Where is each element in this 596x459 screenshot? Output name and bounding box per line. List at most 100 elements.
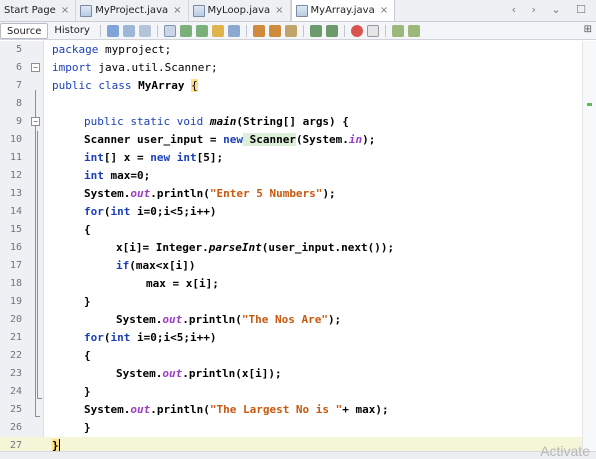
code-text: import java.util.Scanner; [52, 59, 218, 77]
toolbar-divider [302, 24, 304, 37]
shift-left-icon[interactable] [309, 24, 322, 37]
toggle-highlight-icon[interactable] [211, 24, 224, 37]
keyword: new [150, 151, 171, 164]
code-line[interactable]: 14 for(int i=0;i<5;i++) [0, 203, 596, 221]
code-line[interactable]: 9 − public static void main(String[] arg… [0, 113, 596, 131]
code-text: for(int i=0;i<5;i++) [84, 203, 216, 221]
stop-macro-icon[interactable] [366, 24, 379, 37]
next-bookmark-icon[interactable] [268, 24, 281, 37]
close-icon[interactable]: × [173, 5, 181, 16]
code-line[interactable]: 7 public class MyArray { [0, 77, 596, 95]
keyword: public class [52, 79, 132, 92]
code-text: package myproject; [52, 41, 171, 59]
find-icon[interactable] [163, 24, 176, 37]
keyword: package [52, 43, 99, 56]
code-line[interactable]: 26 } [0, 419, 596, 437]
tab-myloop-java[interactable]: MyLoop.java × [189, 0, 291, 21]
code-line[interactable]: 12 int max=0; [0, 167, 596, 185]
code-editor[interactable]: 5 package myproject; 6 − import java.uti… [0, 41, 596, 455]
code-token: myproject; [98, 43, 172, 56]
code-line[interactable]: 16 x[i]= Integer.parseInt(user_input.nex… [0, 239, 596, 257]
code-text: for(int i=0;i<5;i++) [84, 329, 216, 347]
toolbar-divider [156, 24, 158, 37]
code-token: max=0; [103, 169, 151, 182]
code-line[interactable]: 10 Scanner user_input = new Scanner(Syst… [0, 131, 596, 149]
editor-toolbar: Source History ⊞ [0, 22, 596, 40]
tab-navigation-icons[interactable]: ‹ › ⌄ ☐ [512, 3, 592, 16]
back-icon[interactable] [122, 24, 135, 37]
keyword: public static void [84, 115, 204, 128]
code-line[interactable]: 5 package myproject; [0, 41, 596, 59]
tab-label: MyProject.java [95, 5, 169, 16]
tab-start-page[interactable]: Start Page × [0, 0, 77, 21]
code-token: ( [103, 331, 111, 344]
line-number: 17 [9, 260, 22, 271]
code-line[interactable]: 22 { [0, 347, 596, 365]
shift-right-icon[interactable] [325, 24, 338, 37]
code-token: java.util.Scanner; [91, 61, 218, 74]
horizontal-scrollbar[interactable] [0, 451, 596, 459]
forward-icon[interactable] [138, 24, 151, 37]
fold-toggle-icon[interactable]: − [31, 63, 40, 72]
code-line[interactable]: 13 System.out.println("Enter 5 Numbers")… [0, 185, 596, 203]
string-literal: "The Largest No is " [209, 403, 343, 416]
keyword: int [176, 151, 197, 164]
line-number: 7 [15, 80, 22, 91]
highlighted-class: Scanner [242, 133, 296, 146]
code-text: { [84, 223, 91, 236]
error-stripe[interactable] [582, 41, 596, 451]
code-line[interactable]: 11 int[] x = new int[5]; [0, 149, 596, 167]
comment-icon[interactable] [391, 24, 404, 37]
find-previous-icon[interactable] [179, 24, 192, 37]
keyword: for [84, 331, 104, 344]
code-line[interactable]: 6 − import java.util.Scanner; [0, 59, 596, 77]
code-token: ); [322, 187, 336, 200]
last-edit-icon[interactable] [106, 24, 119, 37]
line-number: 16 [9, 242, 22, 253]
code-line[interactable]: 24 } [0, 383, 596, 401]
line-number: 14 [9, 206, 22, 217]
code-token: ); [327, 313, 342, 326]
toolbar-divider [99, 24, 101, 37]
previous-bookmark-icon[interactable] [252, 24, 265, 37]
line-number: 11 [9, 152, 22, 163]
find-next-icon[interactable] [195, 24, 208, 37]
code-line[interactable]: 18 max = x[i]; [0, 275, 596, 293]
close-icon[interactable]: × [275, 5, 283, 16]
code-line[interactable]: 25 System.out.println("The Largest No is… [0, 401, 596, 419]
status-ok-marker[interactable] [587, 103, 592, 106]
code-line[interactable]: 17 if(max<x[i]) [0, 257, 596, 275]
fold-toggle-icon[interactable]: − [31, 117, 40, 126]
uncomment-icon[interactable] [407, 24, 420, 37]
line-number: 6 [15, 62, 22, 73]
code-line[interactable]: 21 for(int i=0;i<5;i++) [0, 329, 596, 347]
toggle-bookmark-icon[interactable] [284, 24, 297, 37]
close-icon[interactable]: × [380, 5, 388, 16]
static-field: out [162, 367, 183, 380]
code-token: .println(x[i]); [182, 367, 282, 380]
code-token: .println( [150, 403, 210, 416]
tab-myarray-java[interactable]: MyArray.java × [290, 0, 396, 21]
keyword: int [84, 169, 104, 182]
code-line[interactable]: 23 System.out.println(x[i]); [0, 365, 596, 383]
line-number: 18 [9, 278, 22, 289]
code-line[interactable]: 19 } [0, 293, 596, 311]
code-token: [] x = [103, 151, 151, 164]
close-icon[interactable]: × [61, 5, 69, 16]
code-token: [5]; [196, 151, 224, 164]
code-line[interactable]: 15 { [0, 221, 596, 239]
toggle-selection-icon[interactable] [227, 24, 240, 37]
static-field: out [130, 187, 151, 200]
history-view-button[interactable]: History [48, 23, 96, 39]
code-line[interactable]: 8 [0, 95, 596, 113]
code-token: i=0;i<5;i++) [130, 331, 217, 344]
source-view-button[interactable]: Source [0, 22, 49, 39]
code-text: int[] x = new int[5]; [84, 149, 223, 167]
keyword: new [223, 133, 243, 146]
code-text: { [84, 349, 91, 362]
code-line[interactable]: 20 System.out.println("The Nos Are"); [0, 311, 596, 329]
start-macro-icon[interactable] [350, 24, 363, 37]
split-window-icon[interactable]: ⊞ [584, 24, 592, 35]
tab-myproject-java[interactable]: MyProject.java × [76, 0, 189, 21]
code-token: .println( [182, 313, 242, 326]
